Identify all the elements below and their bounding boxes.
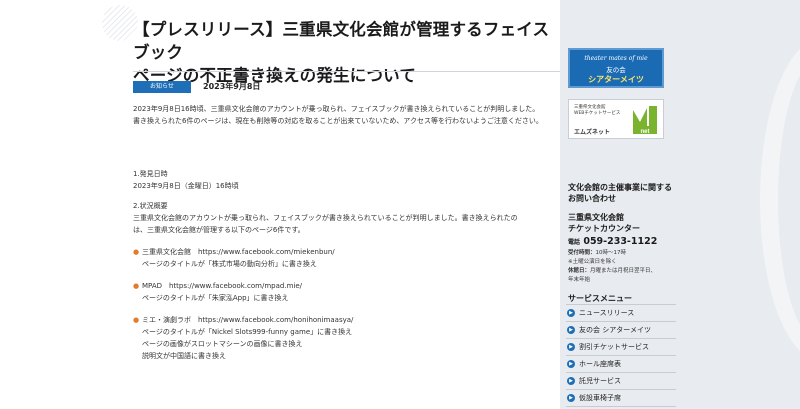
bullet-icon: ● xyxy=(133,316,140,324)
arrow-right-icon: ▶ xyxy=(567,360,575,368)
page-title: 【プレスリリース】三重県文化会館が管理するフェイスブック ページの不正書き換えの… xyxy=(133,18,563,87)
bullet-icon: ● xyxy=(133,282,140,290)
menu-item-seat-map[interactable]: ▶ ホール座席表 xyxy=(566,356,676,373)
list-item: ● 三重県文化会館 https://www.facebook.com/mieken… xyxy=(133,246,558,270)
closed-label: 休館日： xyxy=(568,268,591,274)
menu-item-label: 割引チケットサービス xyxy=(579,343,649,351)
closed-value-2: 年末年始 xyxy=(568,277,591,283)
menu-item-label: ホール座席表 xyxy=(579,360,621,368)
banner-tagline: theater mates of mie xyxy=(584,55,648,62)
list-item: ● ミエ・演劇ラボ https://www.facebook.com/honiho… xyxy=(133,314,558,362)
discovery-datetime: 2023年9月8日（金曜日）16時頃 xyxy=(133,182,239,190)
arrow-right-icon: ▶ xyxy=(567,343,575,351)
list-item-text: 三重県文化会館 https://www.facebook.com/miekenb… xyxy=(142,248,335,268)
business-hours: 受付時間：10時〜17時 ※土曜公演日を除く 休館日：月曜または月祝日翌平日、 … xyxy=(568,249,656,285)
arrow-right-icon: ▶ xyxy=(567,377,575,385)
phone-label: 電話 xyxy=(568,239,581,246)
menu-item-childcare[interactable]: ▶ 託児サービス xyxy=(566,373,676,390)
hours-note: ※土曜公演日を除く xyxy=(568,259,617,265)
page-title-line-1: 【プレスリリース】三重県文化会館が管理するフェイスブック xyxy=(133,20,550,62)
inquiry-heading: 文化会館の主催事業に関するお問い合わせ xyxy=(568,183,672,203)
menu-item-label: 友の会 シアターメイツ xyxy=(579,326,651,334)
sidebar: theater mates of mie 友の会 シアターメイツ 三重県文化会館… xyxy=(560,0,800,409)
banner-caption: 三重県文化会館 WEBチケットサービス xyxy=(574,105,620,117)
list-item-text: ミエ・演劇ラボ https://www.facebook.com/honihon… xyxy=(142,316,354,360)
closed-value: 月曜または月祝日翌平日、 xyxy=(590,268,657,274)
post-date: 2023年9月8日 xyxy=(203,82,261,91)
menu-item-news-release[interactable]: ▶ ニュースリリース xyxy=(566,305,676,322)
background-circle-decoration xyxy=(760,40,800,360)
phone-number[interactable]: 電話 059-233-1122 xyxy=(568,236,657,249)
menu-item-label: ニュースリリース xyxy=(579,309,635,317)
service-menu-heading: サービスメニュー xyxy=(568,294,632,303)
category-badge[interactable]: お知らせ xyxy=(133,81,191,93)
ms-net-logo-icon: net xyxy=(633,106,657,135)
theater-mates-banner[interactable]: theater mates of mie 友の会 シアターメイツ xyxy=(568,48,664,88)
title-divider xyxy=(133,71,560,72)
menu-item-wheelchair-seats[interactable]: ▶ 仮設車椅子席 xyxy=(566,390,676,407)
menu-item-label: 仮設車椅子席 xyxy=(579,394,621,402)
menu-item-label: 託児サービス xyxy=(579,377,621,385)
banner-caption-line-1: 三重県文化会館 xyxy=(574,105,606,110)
phone-value: 059-233-1122 xyxy=(583,236,658,247)
section-heading-overview: 2.状況概要 xyxy=(133,202,168,210)
arrow-right-icon: ▶ xyxy=(567,326,575,334)
list-item-text: MPAD https://www.facebook.com/mpad.mie/ … xyxy=(142,282,302,302)
arrow-right-icon: ▶ xyxy=(567,394,575,402)
office-name: 三重県文化会館 xyxy=(568,213,624,222)
banner-title: シアターメイツ xyxy=(588,75,644,84)
section-heading-discovery: 1.発見日時 xyxy=(133,170,168,178)
banner-caption-line-2: WEBチケットサービス xyxy=(574,111,621,116)
service-menu: ▶ ニュースリリース ▶ 友の会 シアターメイツ ▶ 割引チケットサービス ▶ ホール座… xyxy=(566,304,676,407)
menu-item-discount-tickets[interactable]: ▶ 割引チケットサービス xyxy=(566,339,676,356)
article-body: 2023年9月8日16時頃、三重県文化会館のアカウントが乗っ取られ、フェイスブッ… xyxy=(133,103,558,372)
counter-name: チケットカウンター xyxy=(568,224,640,233)
arrow-right-icon: ▶ xyxy=(567,309,575,317)
menu-item-theater-mates[interactable]: ▶ 友の会 シアターメイツ xyxy=(566,322,676,339)
intro-text: 2023年9月8日16時頃、三重県文化会館のアカウントが乗っ取られ、フェイスブッ… xyxy=(133,105,543,125)
bullet-icon: ● xyxy=(133,248,140,256)
hours-label: 受付時間： xyxy=(568,250,596,256)
hours-value: 10時〜17時 xyxy=(595,250,627,256)
banner-title: エムズネット xyxy=(574,129,611,136)
banner-subtitle: 友の会 xyxy=(606,66,626,74)
article: 【プレスリリース】三重県文化会館が管理するフェイスブック ページの不正書き換えの… xyxy=(133,0,560,409)
ms-net-ticket-banner[interactable]: 三重県文化会館 WEBチケットサービス エムズネット net xyxy=(568,99,664,139)
logo-text: net xyxy=(641,129,650,135)
ticket-counter-name: 三重県文化会館 チケットカウンター xyxy=(568,212,640,234)
overview-text: 三重県文化会館のアカウントが乗っ取られ、フェイスブックが書き換えられていることが… xyxy=(133,214,518,234)
list-item: ● MPAD https://www.facebook.com/mpad.mie/… xyxy=(133,280,558,304)
